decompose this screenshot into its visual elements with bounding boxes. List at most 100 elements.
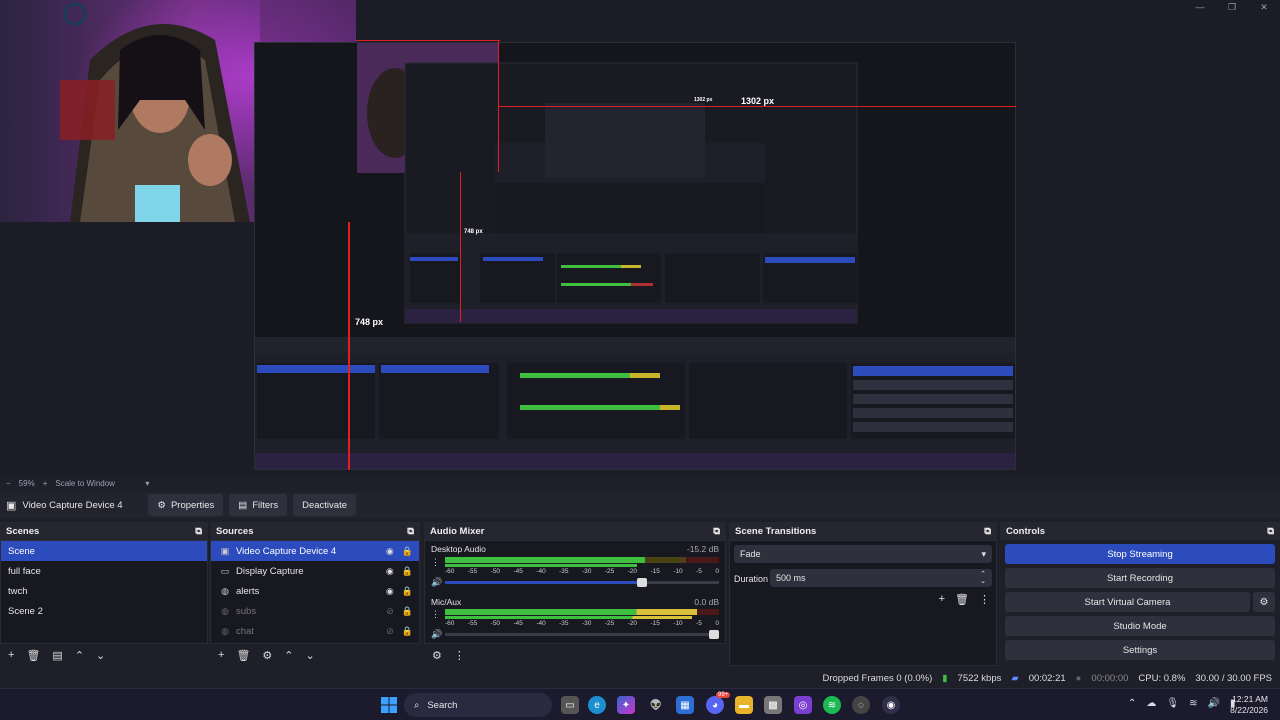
- undock-icon[interactable]: ⧉: [195, 526, 202, 537]
- cloud-icon[interactable]: ☁: [1146, 698, 1156, 709]
- edge-icon[interactable]: e: [588, 696, 606, 714]
- clock[interactable]: 12:21 AM 8/22/2026: [1230, 694, 1268, 716]
- volume-icon[interactable]: 🔊: [1207, 698, 1219, 709]
- transition-select[interactable]: Fade ▾: [734, 545, 992, 563]
- volume-slider-track[interactable]: [445, 633, 719, 636]
- trash-icon[interactable]: 🗑: [26, 649, 40, 662]
- speaker-icon[interactable]: 🔊: [431, 629, 442, 640]
- lock-icon[interactable]: 🔒: [402, 566, 413, 577]
- zoom-in-button[interactable]: +: [43, 479, 48, 488]
- minimize-icon[interactable]: —: [1184, 0, 1216, 16]
- gear-icon[interactable]: ⚙: [262, 649, 272, 662]
- stream-icon: ▰: [1011, 672, 1019, 684]
- duration-input[interactable]: 500 ms ⌃ ⌄: [770, 569, 992, 587]
- source-item[interactable]: ◍ subs ⊘ 🔒: [211, 601, 419, 621]
- record-icon: ●: [1075, 672, 1082, 684]
- chevron-up-icon[interactable]: ⌃: [1128, 698, 1136, 709]
- studio-mode-button[interactable]: Studio Mode: [1005, 616, 1275, 636]
- lock-icon[interactable]: 🔒: [402, 606, 413, 617]
- filter-icon[interactable]: ▤: [52, 649, 62, 662]
- scale-tick: -45: [513, 620, 523, 627]
- mic-icon[interactable]: 🎙: [1166, 698, 1179, 709]
- lock-icon[interactable]: 🔒: [402, 586, 413, 597]
- eye-icon[interactable]: ◉: [386, 586, 394, 597]
- eye-hidden-icon[interactable]: ⊘: [386, 606, 394, 617]
- spotify-icon[interactable]: ≋: [823, 696, 841, 714]
- preview-canvas[interactable]: — ❐ ✕ 748 px 1302 px 748 px 1302 px: [0, 0, 1280, 475]
- chevron-up-icon[interactable]: ⌃: [284, 649, 293, 662]
- game-app-icon[interactable]: ▩: [764, 696, 782, 714]
- transition-actions: + 🗑 ⋮: [939, 593, 990, 606]
- notification-badge: 99+: [716, 692, 731, 698]
- obs-icon[interactable]: ◉: [882, 696, 900, 714]
- start-icon[interactable]: [380, 696, 398, 714]
- chevron-down-icon[interactable]: ⌄: [306, 649, 315, 662]
- taskbar-search[interactable]: ⌕ Search: [404, 693, 552, 717]
- lock-icon[interactable]: 🔒: [402, 626, 413, 637]
- scene-item[interactable]: twch: [1, 581, 207, 601]
- start-recording-button[interactable]: Start Recording: [1005, 568, 1275, 588]
- store-icon[interactable]: ▦: [676, 696, 694, 714]
- undock-icon[interactable]: ⧉: [407, 526, 414, 537]
- inner-guide-vertical-2: [460, 172, 461, 322]
- scale-tick: -10: [673, 568, 683, 575]
- eye-hidden-icon[interactable]: ⊘: [386, 626, 394, 637]
- transitions-header: Scene Transitions ⧉: [729, 522, 997, 540]
- eye-icon[interactable]: ◉: [386, 566, 394, 577]
- volume-slider-handle[interactable]: [709, 630, 719, 639]
- browser-icon[interactable]: ◌: [852, 696, 870, 714]
- restore-icon[interactable]: ❐: [1216, 0, 1248, 16]
- scene-item[interactable]: full face: [1, 561, 207, 581]
- scale-tick: -50: [490, 568, 501, 575]
- scene-item[interactable]: Scene: [1, 541, 207, 561]
- source-item[interactable]: ▣ Video Capture Device 4 ◉ 🔒: [211, 541, 419, 561]
- deactivate-button[interactable]: Deactivate: [293, 494, 356, 516]
- eye-icon[interactable]: ◉: [386, 546, 394, 557]
- undock-icon[interactable]: ⧉: [984, 526, 991, 537]
- task-view-icon[interactable]: ▭: [561, 696, 579, 714]
- kebab-menu-icon[interactable]: ⋮: [431, 609, 440, 620]
- chevron-down-icon[interactable]: ⌄: [96, 649, 105, 662]
- scene-item[interactable]: Scene 2: [1, 601, 207, 621]
- volume-slider-handle[interactable]: [637, 578, 648, 587]
- source-item[interactable]: ◍ alerts ◉ 🔒: [211, 581, 419, 601]
- scenes-list: Scene full face twch Scene 2: [0, 540, 208, 644]
- file-explorer-icon[interactable]: ▬: [735, 696, 753, 714]
- trash-icon[interactable]: 🗑: [955, 593, 969, 606]
- channel-name: Desktop Audio: [431, 544, 486, 554]
- scale-mode-select[interactable]: Scale to Window: [55, 479, 135, 488]
- speaker-icon[interactable]: 🔊: [431, 577, 442, 588]
- copilot-icon[interactable]: ✦: [617, 696, 635, 714]
- filters-button[interactable]: ▤ Filters: [229, 494, 288, 516]
- zoom-out-button[interactable]: −: [6, 479, 11, 488]
- kebab-menu-icon[interactable]: ⋮: [979, 593, 990, 606]
- chevron-up-icon[interactable]: ⌃: [75, 649, 84, 662]
- alien-app-icon[interactable]: 👽: [647, 696, 665, 714]
- purple-app-icon[interactable]: ◎: [794, 696, 812, 714]
- add-icon[interactable]: +: [218, 649, 224, 661]
- add-icon[interactable]: +: [8, 649, 14, 661]
- close-icon[interactable]: ✕: [1248, 0, 1280, 16]
- settings-button[interactable]: Settings: [1005, 640, 1275, 660]
- source-item[interactable]: ◍ chat ⊘ 🔒: [211, 621, 419, 641]
- start-virtual-camera-button[interactable]: Start Virtual Camera: [1005, 592, 1250, 612]
- undock-icon[interactable]: ⧉: [1267, 526, 1274, 537]
- gear-icon: ⚙: [157, 499, 166, 511]
- source-item[interactable]: ▭ Display Capture ◉ 🔒: [211, 561, 419, 581]
- stepper-icon[interactable]: ⌃ ⌄: [980, 571, 986, 585]
- discord-icon[interactable]: ◕: [706, 696, 724, 714]
- add-icon[interactable]: +: [939, 593, 945, 606]
- properties-label: Properties: [170, 499, 215, 511]
- virtual-camera-settings-button[interactable]: ⚙: [1253, 592, 1275, 612]
- lock-icon[interactable]: 🔒: [402, 546, 413, 557]
- wifi-icon[interactable]: ≋: [1189, 698, 1197, 709]
- chevron-down-icon[interactable]: ▾: [145, 479, 149, 488]
- undock-icon[interactable]: ⧉: [713, 526, 720, 537]
- kebab-menu-icon[interactable]: ⋮: [454, 649, 465, 662]
- trash-icon[interactable]: 🗑: [236, 649, 250, 662]
- properties-button[interactable]: ⚙ Properties: [148, 494, 224, 516]
- kebab-menu-icon[interactable]: ⋮: [431, 557, 440, 568]
- monitor-icon: ▭: [220, 565, 230, 576]
- stop-streaming-button[interactable]: Stop Streaming: [1005, 544, 1275, 564]
- advanced-audio-icon[interactable]: ⚙: [432, 649, 442, 662]
